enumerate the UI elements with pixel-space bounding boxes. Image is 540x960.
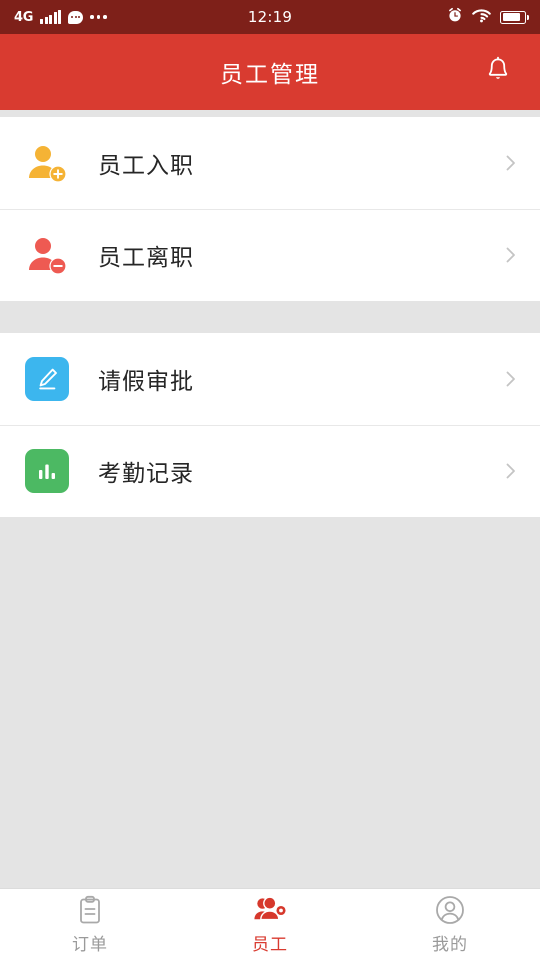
network-type-label: 4G bbox=[14, 9, 34, 25]
chevron-right-icon bbox=[502, 154, 520, 172]
wifi-icon bbox=[472, 8, 491, 27]
status-bar: 4G 12:19 bbox=[0, 0, 540, 34]
pencil-edit-icon bbox=[25, 357, 69, 401]
app-header: 员工管理 bbox=[0, 34, 540, 110]
chevron-right-icon bbox=[502, 246, 520, 264]
bar-chart-icon bbox=[25, 449, 69, 493]
pencil-edit-icon-wrap bbox=[22, 354, 72, 404]
tab-profile[interactable]: 我的 bbox=[360, 889, 540, 960]
list-item-employee-offboarding[interactable]: 员工离职 bbox=[0, 209, 540, 301]
menu-group-1: 员工入职 员工离职 bbox=[0, 117, 540, 301]
signal-bars-icon bbox=[40, 10, 62, 24]
list-item-attendance-records[interactable]: 考勤记录 bbox=[0, 425, 540, 517]
app-root: 4G 12:19 员工管理 员工入职 员工离职 请假审批 考勤记录 订单 员工 … bbox=[0, 0, 540, 960]
list-item-label: 员工离职 bbox=[98, 245, 194, 271]
tab-label: 员工 bbox=[252, 935, 288, 955]
person-add-icon bbox=[22, 138, 72, 188]
list-item-label: 考勤记录 bbox=[98, 461, 194, 487]
tab-employees[interactable]: 员工 bbox=[180, 889, 360, 960]
list-item-leave-approval[interactable]: 请假审批 bbox=[0, 333, 540, 425]
group-separator bbox=[0, 301, 540, 333]
person-remove-icon bbox=[22, 230, 72, 280]
bar-chart-icon-wrap bbox=[22, 446, 72, 496]
list-item-label: 员工入职 bbox=[98, 153, 194, 179]
bottom-tab-bar: 订单 员工 我的 bbox=[0, 888, 540, 960]
top-spacer bbox=[0, 110, 540, 117]
tab-orders[interactable]: 订单 bbox=[0, 889, 180, 960]
clipboard-icon bbox=[76, 894, 104, 926]
main-content: 员工入职 员工离职 请假审批 考勤记录 bbox=[0, 110, 540, 888]
page-title: 员工管理 bbox=[220, 62, 320, 88]
chevron-right-icon bbox=[502, 462, 520, 480]
list-item-employee-onboarding[interactable]: 员工入职 bbox=[0, 117, 540, 209]
tab-label: 订单 bbox=[72, 935, 108, 955]
person-circle-icon bbox=[435, 894, 465, 926]
alarm-clock-icon bbox=[447, 7, 463, 27]
chevron-right-icon bbox=[502, 370, 520, 388]
bell-icon bbox=[485, 56, 511, 88]
status-bar-right bbox=[447, 7, 529, 27]
ellipsis-icon bbox=[90, 15, 107, 19]
status-bar-left: 4G bbox=[14, 10, 107, 24]
people-gear-icon bbox=[253, 894, 287, 926]
chat-bubble-icon bbox=[68, 10, 84, 24]
notification-button[interactable] bbox=[476, 50, 520, 94]
tab-label: 我的 bbox=[432, 935, 468, 955]
battery-icon bbox=[500, 10, 529, 24]
menu-group-2: 请假审批 考勤记录 bbox=[0, 333, 540, 517]
list-item-label: 请假审批 bbox=[98, 369, 194, 395]
